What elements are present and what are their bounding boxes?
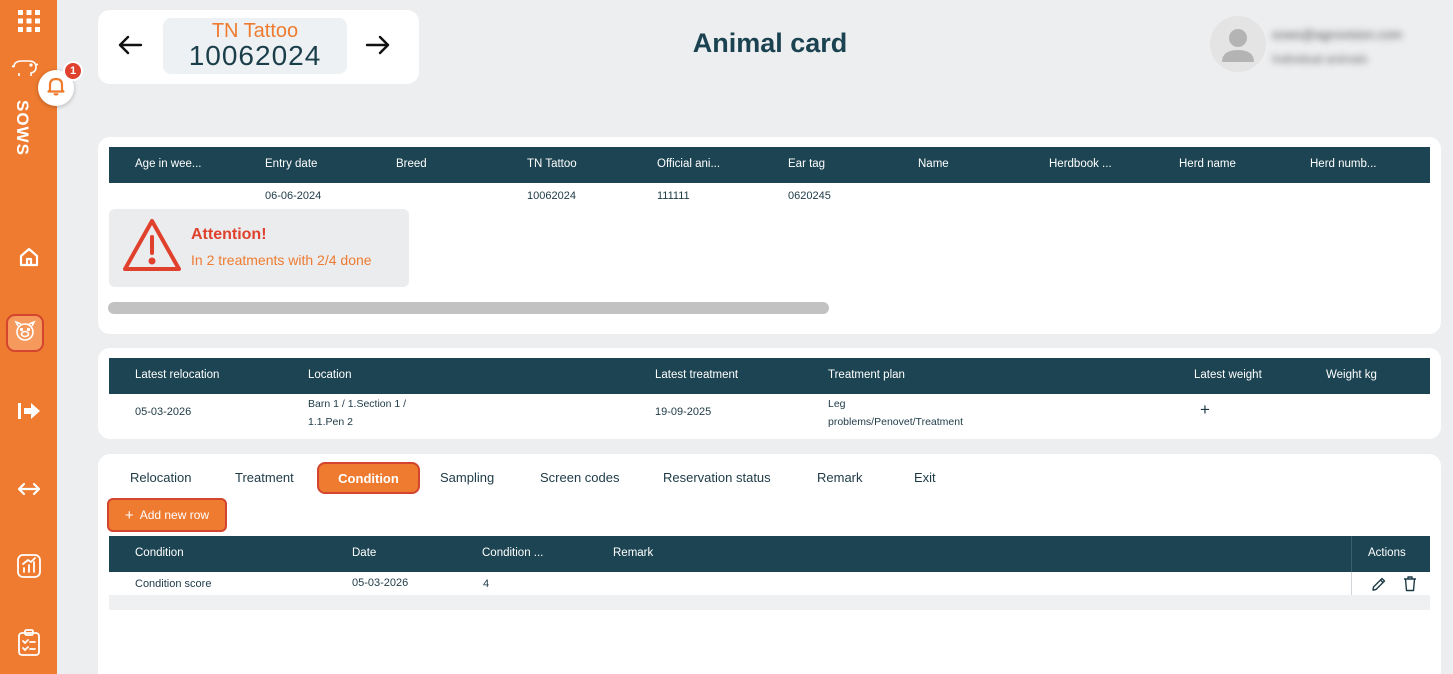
tab-remark[interactable]: Remark bbox=[817, 470, 863, 485]
cell-location-line1: Barn 1 / 1.Section 1 / bbox=[308, 398, 407, 410]
sidebar-item-animals-active[interactable] bbox=[6, 314, 44, 352]
transfer-icon[interactable] bbox=[0, 476, 57, 502]
col-condition[interactable]: Condition bbox=[135, 547, 184, 559]
apps-grid-icon[interactable] bbox=[0, 8, 57, 34]
bell-icon bbox=[46, 76, 66, 101]
cell-date: 05-03-2026 bbox=[352, 577, 409, 589]
table-footer-strip bbox=[109, 595, 1430, 610]
tattoo-label: TN Tattoo bbox=[211, 20, 299, 42]
col-entry-date[interactable]: Entry date bbox=[265, 158, 317, 170]
horizontal-scrollbar[interactable] bbox=[108, 302, 829, 314]
col-date[interactable]: Date bbox=[352, 547, 376, 559]
cell-condition: Condition score bbox=[135, 578, 212, 590]
status-table-header: Latest relocation Location Latest treatm… bbox=[109, 358, 1430, 394]
col-location[interactable]: Location bbox=[308, 369, 351, 381]
tab-exit[interactable]: Exit bbox=[914, 470, 936, 485]
animal-table-header: Age in wee... Entry date Breed TN Tattoo… bbox=[109, 147, 1430, 183]
col-herd-number[interactable]: Herd numb... bbox=[1310, 158, 1376, 170]
col-breed[interactable]: Breed bbox=[396, 158, 427, 170]
cell-entry-date: 06-06-2024 bbox=[265, 190, 322, 202]
notification-badge: 1 bbox=[63, 61, 83, 81]
cell-location-line2: 1.1.Pen 2 bbox=[308, 416, 353, 428]
row-actions-divider bbox=[1351, 572, 1352, 596]
add-new-row-label: Add new row bbox=[139, 508, 210, 522]
col-age[interactable]: Age in wee... bbox=[135, 158, 201, 170]
col-remark[interactable]: Remark bbox=[613, 547, 653, 559]
col-actions: Actions bbox=[1368, 547, 1406, 559]
report-chart-icon[interactable] bbox=[0, 552, 57, 580]
cell-plan-line1: Leg bbox=[828, 398, 846, 410]
cell-latest-treatment: 19-09-2025 bbox=[655, 406, 712, 418]
pig-face-icon bbox=[13, 319, 37, 348]
col-herdbook[interactable]: Herdbook ... bbox=[1049, 158, 1112, 170]
tabs-card: Relocation Treatment Condition Sampling … bbox=[98, 454, 1441, 674]
status-card: Latest relocation Location Latest treatm… bbox=[98, 348, 1441, 439]
tab-condition[interactable]: Condition bbox=[317, 462, 420, 494]
add-weight-button[interactable]: + bbox=[1200, 400, 1210, 420]
cell-official-animal: 111111 bbox=[657, 190, 690, 202]
col-treatment-plan[interactable]: Treatment plan bbox=[828, 369, 905, 381]
tab-treatment[interactable]: Treatment bbox=[235, 470, 294, 485]
col-condition-value[interactable]: Condition ... bbox=[482, 547, 543, 559]
user-email: sows@agrovision.com bbox=[1272, 27, 1403, 42]
arrow-right-icon bbox=[365, 34, 391, 61]
section-label: SOWS bbox=[13, 100, 32, 156]
col-name[interactable]: Name bbox=[918, 158, 949, 170]
previous-animal-button[interactable] bbox=[115, 32, 145, 62]
add-new-row-button[interactable]: + Add new row bbox=[107, 498, 227, 532]
tattoo-display: TN Tattoo 10062024 bbox=[163, 18, 347, 74]
warning-triangle-icon bbox=[122, 217, 182, 278]
tab-relocation[interactable]: Relocation bbox=[130, 470, 191, 485]
avatar[interactable] bbox=[1210, 16, 1266, 72]
tab-screen-codes[interactable]: Screen codes bbox=[540, 470, 620, 485]
col-latest-relocation[interactable]: Latest relocation bbox=[135, 369, 219, 381]
actions-divider bbox=[1351, 536, 1352, 572]
attention-text: In 2 treatments with 2/4 done bbox=[191, 252, 372, 268]
page-title: Animal card bbox=[692, 28, 848, 58]
col-weight-kg[interactable]: Weight kg bbox=[1326, 369, 1377, 381]
exit-arrow-icon[interactable] bbox=[0, 398, 57, 424]
next-animal-button[interactable] bbox=[363, 32, 393, 62]
attention-notice: Attention! In 2 treatments with 2/4 done bbox=[109, 209, 409, 287]
col-official-animal[interactable]: Official ani... bbox=[657, 158, 720, 170]
col-ear-tag[interactable]: Ear tag bbox=[788, 158, 825, 170]
attention-title: Attention! bbox=[191, 226, 267, 243]
plus-icon: + bbox=[124, 506, 134, 524]
user-role: Individual animals bbox=[1272, 52, 1368, 66]
col-latest-weight[interactable]: Latest weight bbox=[1194, 369, 1262, 381]
cell-tn-tattoo: 10062024 bbox=[527, 190, 576, 202]
col-latest-treatment[interactable]: Latest treatment bbox=[655, 369, 738, 381]
cell-plan-line2: problems/Penovet/Treatment bbox=[828, 416, 964, 428]
col-herd-name[interactable]: Herd name bbox=[1179, 158, 1236, 170]
col-tn-tattoo[interactable]: TN Tattoo bbox=[527, 158, 577, 170]
checklist-icon[interactable] bbox=[0, 628, 57, 658]
edit-icon[interactable] bbox=[1371, 576, 1387, 597]
animal-info-card: Age in wee... Entry date Breed TN Tattoo… bbox=[98, 137, 1441, 334]
delete-icon[interactable] bbox=[1402, 575, 1418, 597]
condition-table-header: Condition Date Condition ... Remark Acti… bbox=[109, 536, 1430, 572]
cell-condition-value: 4 bbox=[483, 578, 490, 590]
animal-navigator: TN Tattoo 10062024 bbox=[98, 10, 419, 84]
tab-condition-label: Condition bbox=[338, 470, 399, 486]
tab-sampling[interactable]: Sampling bbox=[440, 470, 494, 485]
tattoo-value: 10062024 bbox=[188, 40, 322, 71]
home-icon[interactable] bbox=[0, 244, 57, 270]
cell-ear-tag: 0620245 bbox=[788, 190, 831, 202]
cell-latest-relocation: 05-03-2026 bbox=[135, 406, 192, 418]
arrow-left-icon bbox=[117, 34, 143, 61]
tab-reservation-status[interactable]: Reservation status bbox=[663, 470, 771, 485]
